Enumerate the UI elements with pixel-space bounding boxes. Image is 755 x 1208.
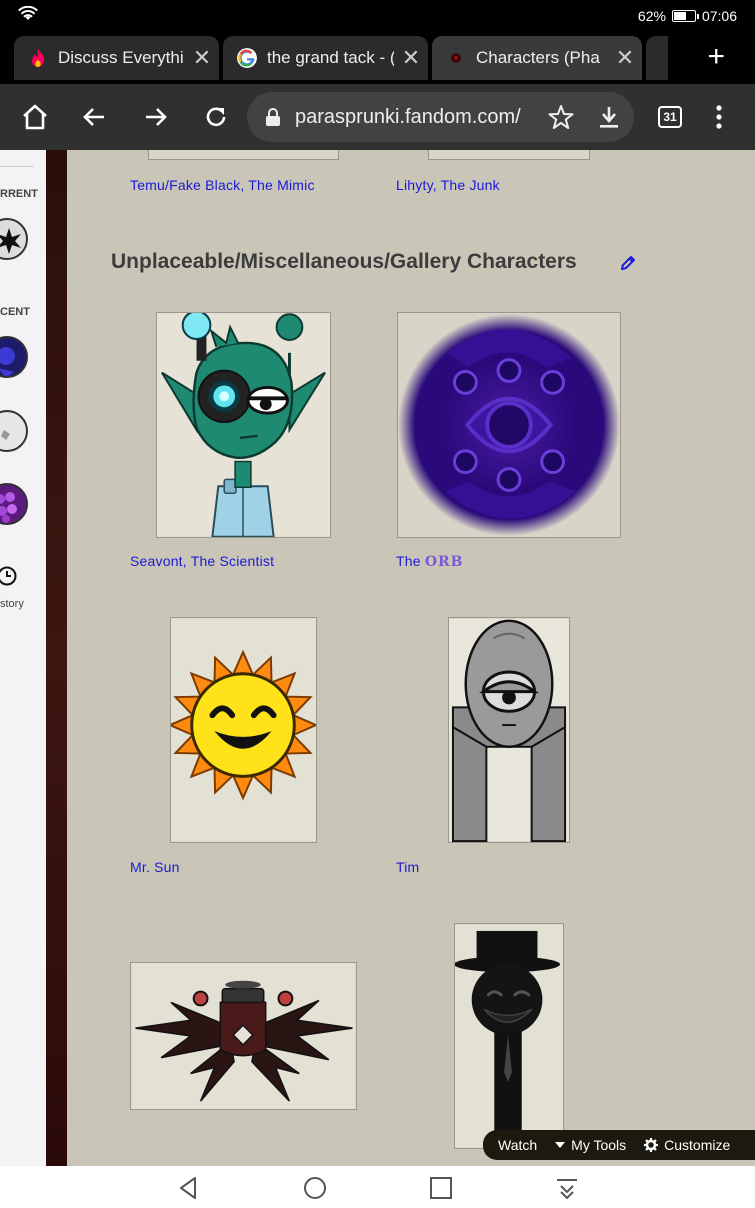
tab-title: Characters (Pha (476, 48, 600, 67)
nav-home-icon[interactable] (301, 1174, 329, 1202)
history-icon[interactable] (0, 565, 18, 587)
tab-characters[interactable]: Characters (Pha ✕ (432, 36, 642, 80)
seavont-thumbnail[interactable] (156, 312, 331, 538)
caret-down-icon (555, 1142, 566, 1148)
left-rail: RRENT CENT story (0, 150, 46, 1166)
fandom-dark-icon (451, 53, 461, 63)
wifi-icon (18, 6, 38, 20)
customize-label: Customize (664, 1137, 731, 1153)
close-tab-icon[interactable]: ✕ (185, 45, 219, 71)
battery-icon (671, 10, 699, 22)
close-tab-icon[interactable]: ✕ (394, 45, 428, 71)
rail-label-current: RRENT (0, 188, 38, 200)
page-background-strip (46, 150, 67, 1166)
address-bar[interactable]: parasprunki.fandom.com/ (247, 92, 634, 142)
tab-discuss[interactable]: Discuss Everythi ✕ (14, 36, 219, 80)
orb-thumbnail[interactable] (397, 312, 621, 538)
recent-page-icon-3[interactable] (0, 483, 28, 525)
download-icon[interactable] (596, 104, 622, 130)
home-icon[interactable] (16, 98, 54, 136)
tab-grand-tack[interactable]: the grand tack - ( ✕ (223, 36, 428, 80)
top-hat-figure-thumbnail[interactable] (454, 923, 564, 1149)
nav-recents-icon[interactable] (427, 1174, 455, 1202)
star-icon[interactable] (548, 104, 574, 130)
tim-thumbnail[interactable] (448, 617, 570, 843)
fandom-flame-icon (32, 49, 45, 67)
web-page: RRENT CENT story Temu/Fake Black, The Mi… (0, 150, 755, 1166)
url-text: parasprunki.fandom.com/ (295, 105, 521, 128)
link-temu[interactable]: Temu/Fake Black, The Mimic (130, 177, 315, 193)
new-tab-button[interactable]: + (707, 40, 725, 74)
gear-icon (644, 1138, 659, 1152)
watch-button[interactable]: Watch (483, 1137, 546, 1153)
link-tim[interactable]: Tim (396, 859, 419, 875)
recent-page-icon-2[interactable] (0, 410, 28, 452)
reload-icon[interactable] (197, 98, 235, 136)
link-mr-sun[interactable]: Mr. Sun (130, 859, 180, 875)
nav-back-icon[interactable] (175, 1174, 203, 1202)
customize-button[interactable]: Customize (635, 1137, 739, 1153)
watch-label: Watch (498, 1137, 538, 1153)
my-tools-button[interactable]: My Tools (546, 1137, 635, 1153)
mr-sun-thumbnail[interactable] (170, 617, 317, 843)
main-content: Temu/Fake Black, The Mimic Lihyty, The J… (67, 150, 755, 1166)
rail-label-recent: CENT (0, 306, 30, 318)
link-orb[interactable]: The ORB (396, 553, 464, 570)
lock-icon (266, 108, 280, 126)
battery-percent: 62% (637, 8, 666, 24)
section-heading: Unplaceable/Miscellaneous/Gallery Charac… (111, 250, 577, 273)
tab-strip: Discuss Everythi ✕ the grand tack - ( ✕ … (0, 32, 755, 84)
status-bar: 62% 07:06 (0, 0, 755, 32)
link-seavont[interactable]: Seavont, The Scientist (130, 553, 274, 569)
temu-thumbnail[interactable] (148, 150, 339, 160)
my-tools-label: My Tools (571, 1137, 627, 1153)
rail-label-history[interactable]: story (0, 598, 24, 610)
link-lihyty[interactable]: Lihyty, The Junk (396, 177, 500, 193)
tab-switcher-button[interactable]: 31 (658, 106, 682, 128)
tab-overflow-edge (646, 36, 668, 80)
clock: 07:06 (701, 8, 737, 24)
recent-page-icon-1[interactable] (0, 336, 28, 378)
close-tab-icon[interactable]: ✕ (608, 45, 642, 71)
orb-link-name: ORB (424, 554, 464, 570)
menu-icon[interactable] (700, 98, 738, 136)
current-page-icon[interactable] (0, 218, 28, 260)
tab-title: the grand tack - ( (267, 48, 394, 67)
nav-notification-pull-icon[interactable] (553, 1174, 581, 1202)
back-icon[interactable] (76, 98, 114, 136)
forward-icon[interactable] (136, 98, 174, 136)
browser-toolbar: parasprunki.fandom.com/ 31 (0, 84, 755, 150)
orb-link-prefix: The (396, 553, 425, 569)
system-navigation-bar (0, 1166, 755, 1208)
fandom-tools-bar: Watch My Tools Customize (483, 1130, 755, 1160)
rail-divider (0, 166, 34, 167)
tab-title: Discuss Everythi (58, 48, 184, 67)
edit-pencil-icon[interactable] (619, 254, 637, 272)
lihyty-thumbnail[interactable] (428, 150, 590, 160)
google-icon (237, 48, 257, 68)
creature-thumbnail[interactable] (130, 962, 357, 1110)
